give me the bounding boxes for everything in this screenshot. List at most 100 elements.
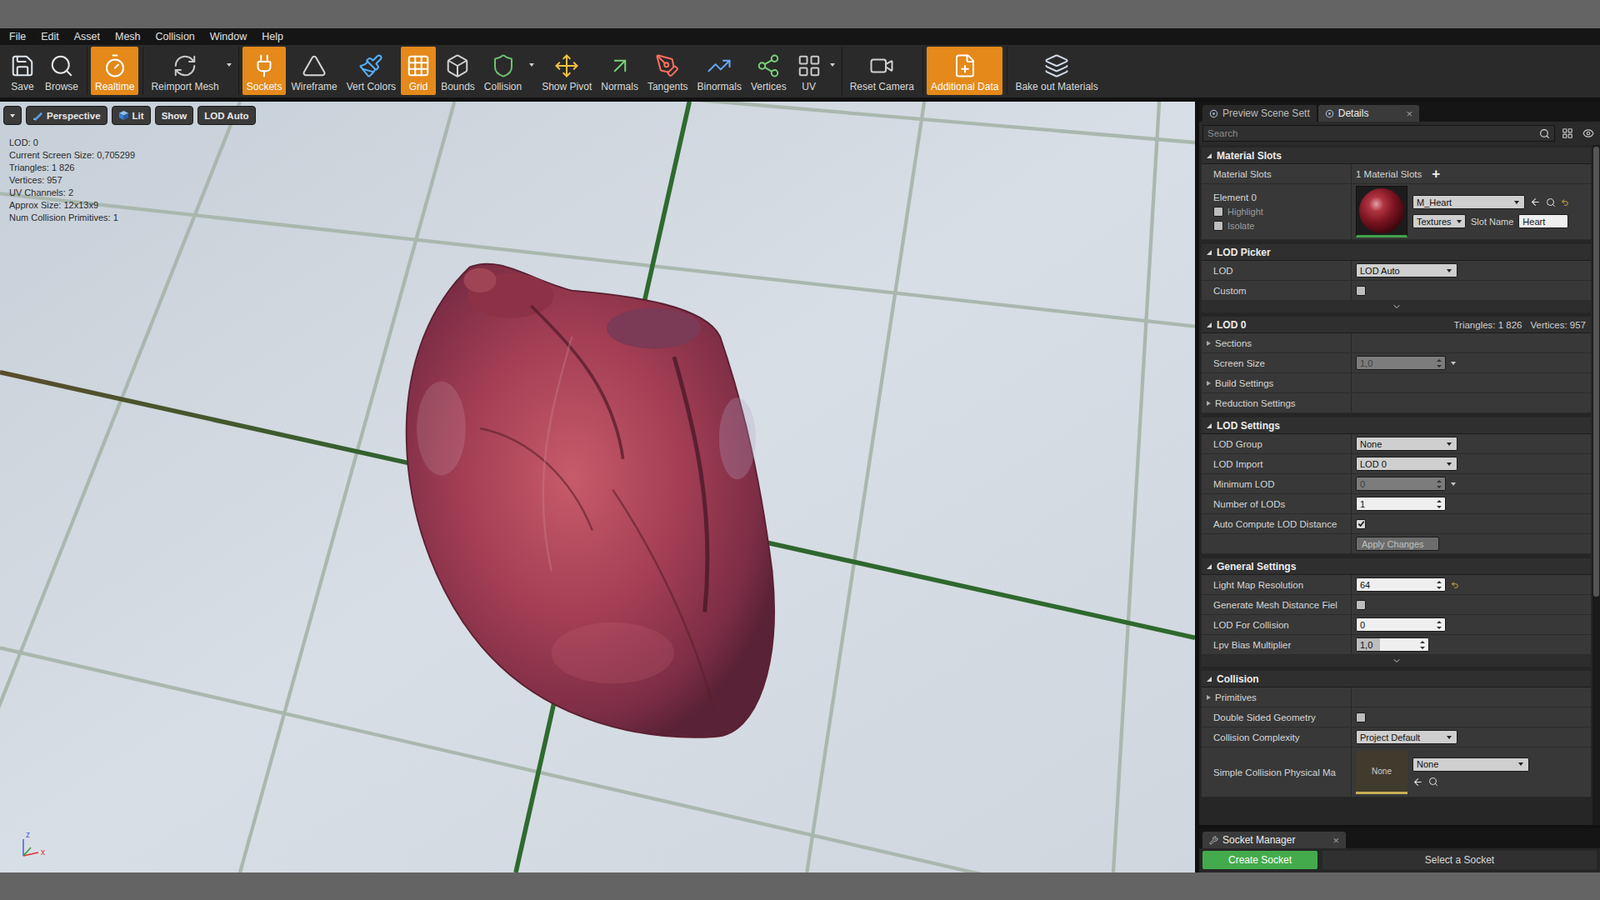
checkbox[interactable] xyxy=(1355,600,1366,610)
viewport[interactable]: PerspectiveLitShowLOD AutoLOD: 0Current … xyxy=(0,101,1195,873)
details-scrollbar[interactable] xyxy=(1592,145,1600,825)
number-field[interactable]: 64 xyxy=(1355,577,1446,592)
options-arrow-icon[interactable] xyxy=(1450,361,1456,365)
menu-item[interactable]: File xyxy=(1,30,34,43)
toolbar-button[interactable]: Bake out Materials xyxy=(1010,46,1102,95)
property-value xyxy=(1351,280,1591,300)
toolbar-button[interactable]: Save xyxy=(5,46,40,95)
details-body: Material SlotsMaterial Slots1 Material S… xyxy=(1199,145,1600,825)
socket-manager-tab[interactable]: Socket Manager× xyxy=(1202,831,1346,849)
use-selected-icon[interactable] xyxy=(1530,196,1541,208)
visibility-button[interactable] xyxy=(1580,125,1597,142)
viewport-control[interactable]: LOD Auto xyxy=(197,105,255,125)
socket-tabs: Socket Manager× xyxy=(1199,828,1600,849)
toolbar-button[interactable]: UV xyxy=(791,46,827,95)
section-header[interactable]: Collision xyxy=(1201,670,1591,688)
tab-close-button[interactable]: × xyxy=(1332,834,1340,847)
menu-item[interactable]: Asset xyxy=(66,30,108,43)
section-header[interactable]: Material Slots xyxy=(1201,147,1591,165)
slot-name-field[interactable]: Heart xyxy=(1518,214,1569,229)
options-arrow-icon[interactable] xyxy=(1450,482,1456,486)
material-dropdown[interactable]: M_Heart xyxy=(1412,195,1525,210)
view-options-button[interactable] xyxy=(1559,125,1576,142)
details-search[interactable]: Search xyxy=(1202,125,1555,142)
textures-dropdown[interactable]: Textures xyxy=(1412,214,1466,229)
property-group-row[interactable]: Build Settings xyxy=(1201,373,1591,394)
viewport-control[interactable]: Lit xyxy=(111,105,151,125)
toolbar-icon xyxy=(706,53,732,79)
checkbox[interactable] xyxy=(1213,206,1224,217)
show-advanced-button[interactable] xyxy=(1201,655,1591,667)
combo-dropdown[interactable]: LOD 0 xyxy=(1355,456,1458,471)
property-value: LOD Auto xyxy=(1351,260,1591,280)
section-header[interactable]: General Settings xyxy=(1201,558,1591,575)
panel-tab[interactable]: Preview Scene Sett xyxy=(1202,105,1317,122)
viewport-control[interactable]: Show xyxy=(155,105,195,125)
toolbar-button[interactable]: Reset Camera xyxy=(845,46,919,95)
material-check[interactable]: Isolate xyxy=(1213,220,1255,231)
heart-mesh[interactable] xyxy=(406,264,775,738)
viewport-control[interactable]: Perspective xyxy=(25,105,108,125)
create-socket-button[interactable]: Create Socket xyxy=(1202,850,1318,870)
checkbox[interactable] xyxy=(1213,220,1224,231)
menu-item[interactable]: Help xyxy=(254,30,291,43)
toolbar-button[interactable]: Reimport Mesh xyxy=(146,46,223,95)
toolbar-button[interactable]: Wireframe xyxy=(286,46,341,95)
toolbar-button[interactable]: Vert Colors xyxy=(342,46,400,95)
combo-dropdown[interactable]: LOD Auto xyxy=(1355,263,1458,278)
spin-field[interactable]: 1,0 xyxy=(1355,637,1430,652)
number-field[interactable]: 0 xyxy=(1355,617,1446,632)
browse-icon[interactable] xyxy=(1428,776,1439,787)
apply-changes-button[interactable]: Apply Changes xyxy=(1355,536,1440,551)
property-group-row[interactable]: Sections xyxy=(1201,333,1591,354)
toolbar-dropdown[interactable] xyxy=(827,46,838,95)
viewport-options-button[interactable] xyxy=(3,105,22,125)
menu-item[interactable]: Mesh xyxy=(107,30,149,43)
asset-thumbnail[interactable]: None xyxy=(1355,750,1408,795)
combo-dropdown[interactable]: Project Default xyxy=(1355,730,1458,745)
asset-dropdown[interactable]: None xyxy=(1412,757,1530,772)
toolbar-button[interactable]: Collision xyxy=(480,46,526,95)
browse-icon[interactable] xyxy=(1545,197,1556,208)
panel-tab[interactable]: Details× xyxy=(1318,105,1420,122)
section-header[interactable]: LOD Settings xyxy=(1201,417,1591,435)
property-group-row[interactable]: Reduction Settings xyxy=(1201,393,1591,414)
viewport-scene[interactable] xyxy=(0,101,1195,873)
toolbar-button[interactable]: Vertices xyxy=(746,46,791,95)
toolbar-button[interactable]: Realtime xyxy=(90,46,139,95)
toolbar-button[interactable]: Sockets xyxy=(242,46,287,95)
menu-item[interactable]: Edit xyxy=(33,30,67,43)
number-field[interactable]: 1 xyxy=(1355,496,1446,511)
add-slot-button[interactable]: + xyxy=(1426,166,1445,181)
checkbox[interactable] xyxy=(1355,519,1366,530)
show-advanced-button[interactable] xyxy=(1201,300,1591,313)
section-header[interactable]: LOD 0Triangles: 1 826Vertices: 957 xyxy=(1201,316,1591,334)
reset-icon[interactable] xyxy=(1450,580,1460,590)
material-check[interactable]: Highlight xyxy=(1213,206,1264,217)
toolbar-button[interactable]: Binormals xyxy=(693,46,746,95)
material-thumbnail[interactable] xyxy=(1355,185,1408,238)
menu-item[interactable]: Collision xyxy=(148,30,203,43)
toolbar-dropdown[interactable] xyxy=(224,46,235,95)
scroll-thumb[interactable] xyxy=(1593,146,1600,597)
toolbar-dropdown[interactable] xyxy=(526,46,537,95)
reset-icon[interactable] xyxy=(1560,198,1570,207)
use-selected-icon[interactable] xyxy=(1412,776,1424,788)
toolbar-button[interactable]: Normals xyxy=(596,46,643,95)
toolbar-button[interactable]: Additional Data xyxy=(926,46,1003,95)
checkbox[interactable] xyxy=(1355,712,1366,723)
tab-close-button[interactable]: × xyxy=(1405,107,1413,120)
details-section: Material SlotsMaterial Slots1 Material S… xyxy=(1201,147,1591,240)
toolbar-button[interactable]: Grid xyxy=(400,46,436,95)
menu-item[interactable]: Window xyxy=(202,30,255,43)
toolbar-button[interactable]: Tangents xyxy=(643,46,693,95)
property-group-row[interactable]: Primitives xyxy=(1201,687,1591,708)
toolbar-icon xyxy=(405,53,431,79)
toolbar-button[interactable]: Bounds xyxy=(436,46,480,95)
collapsed-arrow-icon xyxy=(1206,400,1211,406)
combo-dropdown[interactable]: None xyxy=(1355,436,1458,451)
section-header[interactable]: LOD Picker xyxy=(1201,244,1591,261)
toolbar-button[interactable]: Browse xyxy=(40,46,83,95)
checkbox[interactable] xyxy=(1355,285,1366,296)
toolbar-button[interactable]: Show Pivot xyxy=(537,46,596,95)
